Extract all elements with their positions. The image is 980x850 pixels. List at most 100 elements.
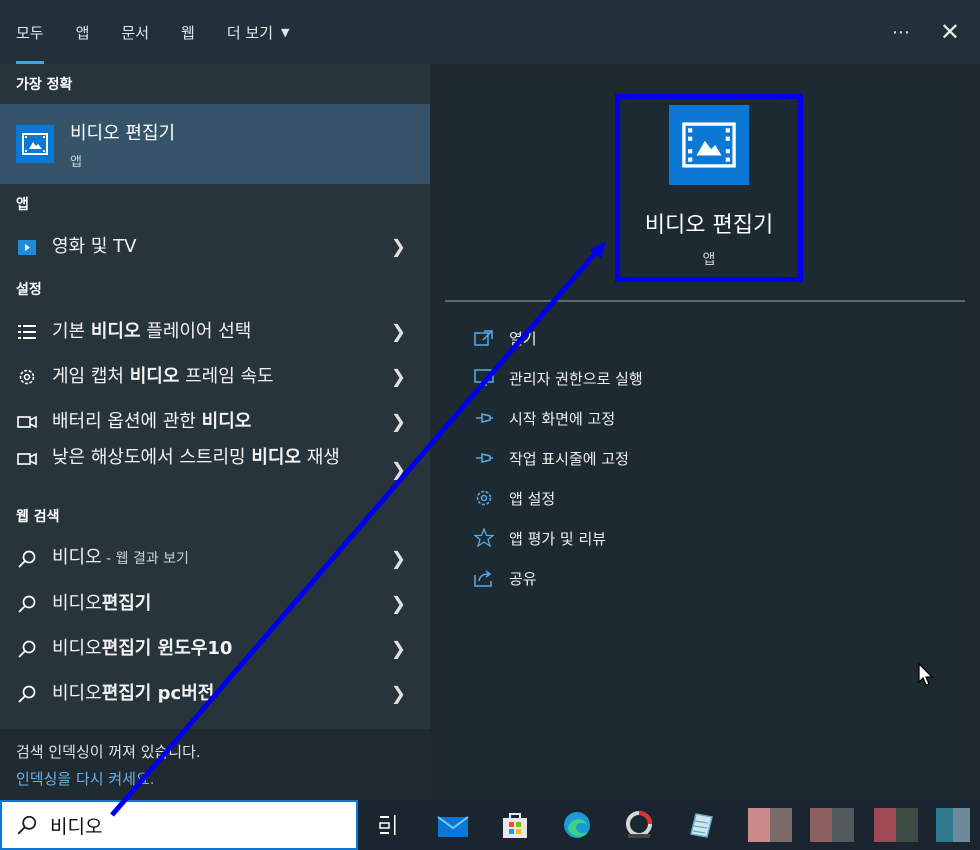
chevron-right-icon[interactable]: ❯ bbox=[391, 683, 406, 704]
setting-label: 배터리 옵션에 관한 비디오 bbox=[52, 410, 252, 432]
camera-icon bbox=[16, 411, 38, 433]
store-icon[interactable] bbox=[498, 808, 532, 842]
best-match-name: 비디오 편집기 bbox=[70, 122, 176, 144]
web-result-item[interactable]: 비디오편집기 pc버전 ❯ bbox=[0, 671, 430, 716]
taskbar-app-icon[interactable] bbox=[874, 808, 918, 842]
results-panel: 가장 정확 비디오 편집기 앱 앱 영화 및 TV ❯ 설정 기본 비디오 플레… bbox=[0, 64, 430, 800]
movies-tv-icon bbox=[16, 236, 38, 258]
search-icon bbox=[16, 548, 38, 570]
action-open[interactable]: 열기 bbox=[473, 318, 643, 358]
setting-label: 낮은 해상도에서 스트리밍 비디오 재생 bbox=[52, 447, 340, 468]
action-share[interactable]: 공유 bbox=[473, 558, 643, 598]
chevron-right-icon[interactable]: ❯ bbox=[391, 638, 406, 659]
star-icon bbox=[473, 527, 495, 549]
setting-label: 기본 비디오 플레이어 선택 bbox=[52, 320, 252, 342]
search-icon bbox=[17, 815, 37, 835]
section-apps: 앱 bbox=[16, 197, 29, 213]
section-web-search: 웹 검색 bbox=[16, 509, 60, 525]
chevron-right-icon[interactable]: ❯ bbox=[391, 366, 406, 387]
action-pin-start[interactable]: 시작 화면에 고정 bbox=[473, 398, 643, 438]
pin-icon bbox=[473, 447, 495, 469]
highlighted-app-card: 비디오 편집기 앱 bbox=[615, 94, 803, 282]
chevron-right-icon[interactable]: ❯ bbox=[391, 593, 406, 614]
task-view-icon[interactable] bbox=[373, 808, 407, 842]
detail-app-type: 앱 bbox=[702, 252, 716, 268]
detail-panel: 비디오 편집기 앱 열기 관리자 권한으로 실행 시작 화면에 고정 작업 표시… bbox=[445, 80, 965, 800]
mail-icon[interactable] bbox=[436, 808, 470, 842]
more-options-icon[interactable]: ⋯ bbox=[892, 22, 910, 43]
camera-icon bbox=[16, 448, 38, 470]
edge-browser-icon[interactable] bbox=[560, 808, 594, 842]
setting-game-capture-framerate[interactable]: 게임 캡처 비디오 프레임 속도 ❯ bbox=[0, 354, 430, 399]
gear-icon bbox=[16, 366, 38, 388]
detail-app-name: 비디오 편집기 bbox=[644, 213, 774, 238]
web-result-item[interactable]: 비디오 - 웹 결과 보기 ❯ bbox=[0, 536, 430, 581]
setting-low-res-streaming[interactable]: 낮은 해상도에서 스트리밍 비디오 재생 ❯ bbox=[0, 444, 430, 496]
tab-apps-label: 앱 bbox=[75, 23, 90, 42]
indexing-notice-text: 검색 인덱싱이 꺼져 있습니다. bbox=[16, 743, 201, 761]
action-label: 앱 평가 및 리뷰 bbox=[509, 529, 607, 548]
tab-web-label: 웹 bbox=[181, 23, 195, 42]
web-result-item[interactable]: 비디오편집기 윈도우10 ❯ bbox=[0, 626, 430, 671]
search-icon bbox=[16, 638, 38, 660]
action-rate-review[interactable]: 앱 평가 및 리뷰 bbox=[473, 518, 643, 558]
open-icon bbox=[473, 327, 495, 349]
divider bbox=[445, 300, 965, 302]
notepad-icon[interactable] bbox=[684, 808, 718, 842]
search-tab-bar: 모두 앱 문서 웹 더 보기 ▼ ⋯ ✕ bbox=[0, 0, 980, 64]
app-item-movies-tv[interactable]: 영화 및 TV ❯ bbox=[0, 224, 430, 269]
tab-web[interactable]: 웹 bbox=[165, 0, 211, 64]
best-match-type: 앱 bbox=[70, 154, 82, 170]
close-icon[interactable]: ✕ bbox=[940, 18, 960, 46]
action-label: 공유 bbox=[509, 569, 537, 588]
web-result-label: 비디오편집기 bbox=[52, 592, 152, 614]
action-list: 열기 관리자 권한으로 실행 시작 화면에 고정 작업 표시줄에 고정 앱 설정… bbox=[473, 318, 643, 598]
chevron-right-icon[interactable]: ❯ bbox=[391, 321, 406, 342]
tab-all[interactable]: 모두 bbox=[0, 0, 60, 64]
action-label: 작업 표시줄에 고정 bbox=[509, 449, 629, 468]
photoscape-icon[interactable] bbox=[622, 808, 656, 842]
taskbar-app-icon[interactable] bbox=[936, 808, 970, 842]
video-editor-icon bbox=[669, 105, 749, 185]
action-label: 열기 bbox=[509, 329, 537, 348]
app-item-label: 영화 및 TV bbox=[52, 235, 137, 257]
taskbar-app-icon[interactable] bbox=[810, 808, 854, 842]
admin-icon bbox=[473, 367, 495, 389]
enable-indexing-link[interactable]: 인덱싱을 다시 켜세요. bbox=[16, 768, 414, 789]
tab-documents-label: 문서 bbox=[121, 23, 150, 42]
tab-more[interactable]: 더 보기 ▼ bbox=[211, 0, 306, 64]
indexing-notice: 검색 인덱싱이 꺼져 있습니다. 인덱싱을 다시 켜세요. bbox=[0, 729, 430, 800]
search-icon bbox=[16, 683, 38, 705]
web-result-label: 비디오편집기 pc버전 bbox=[52, 682, 215, 704]
section-settings: 설정 bbox=[16, 282, 42, 298]
tab-documents[interactable]: 문서 bbox=[105, 0, 165, 64]
section-best-match: 가장 정확 bbox=[16, 77, 73, 93]
setting-battery-video[interactable]: 배터리 옵션에 관한 비디오 ❯ bbox=[0, 399, 430, 444]
taskbar-search-box[interactable] bbox=[0, 800, 358, 850]
chevron-right-icon[interactable]: ❯ bbox=[391, 236, 406, 257]
chevron-right-icon[interactable]: ❯ bbox=[391, 460, 406, 481]
setting-default-video-player[interactable]: 기본 비디오 플레이어 선택 ❯ bbox=[0, 309, 430, 354]
caret-down-icon: ▼ bbox=[281, 25, 290, 39]
chevron-right-icon[interactable]: ❯ bbox=[391, 548, 406, 569]
web-result-item[interactable]: 비디오편집기 ❯ bbox=[0, 581, 430, 626]
best-match-item[interactable]: 비디오 편집기 앱 bbox=[0, 104, 430, 184]
web-result-label: 비디오 - 웹 결과 보기 bbox=[52, 547, 189, 568]
action-label: 관리자 권한으로 실행 bbox=[509, 369, 643, 388]
share-icon bbox=[473, 567, 495, 589]
action-pin-taskbar[interactable]: 작업 표시줄에 고정 bbox=[473, 438, 643, 478]
search-input[interactable] bbox=[50, 814, 330, 836]
gear-icon bbox=[473, 487, 495, 509]
action-app-settings[interactable]: 앱 설정 bbox=[473, 478, 643, 518]
tab-apps[interactable]: 앱 bbox=[60, 0, 106, 64]
list-icon bbox=[16, 321, 38, 343]
mouse-cursor-icon bbox=[918, 662, 934, 691]
pin-icon bbox=[473, 407, 495, 429]
chevron-right-icon[interactable]: ❯ bbox=[391, 411, 406, 432]
action-label: 앱 설정 bbox=[509, 489, 556, 508]
action-label: 시작 화면에 고정 bbox=[509, 409, 616, 428]
taskbar-app-icon[interactable] bbox=[748, 808, 792, 842]
search-icon bbox=[16, 593, 38, 615]
action-run-as-admin[interactable]: 관리자 권한으로 실행 bbox=[473, 358, 643, 398]
video-editor-icon bbox=[16, 125, 54, 163]
